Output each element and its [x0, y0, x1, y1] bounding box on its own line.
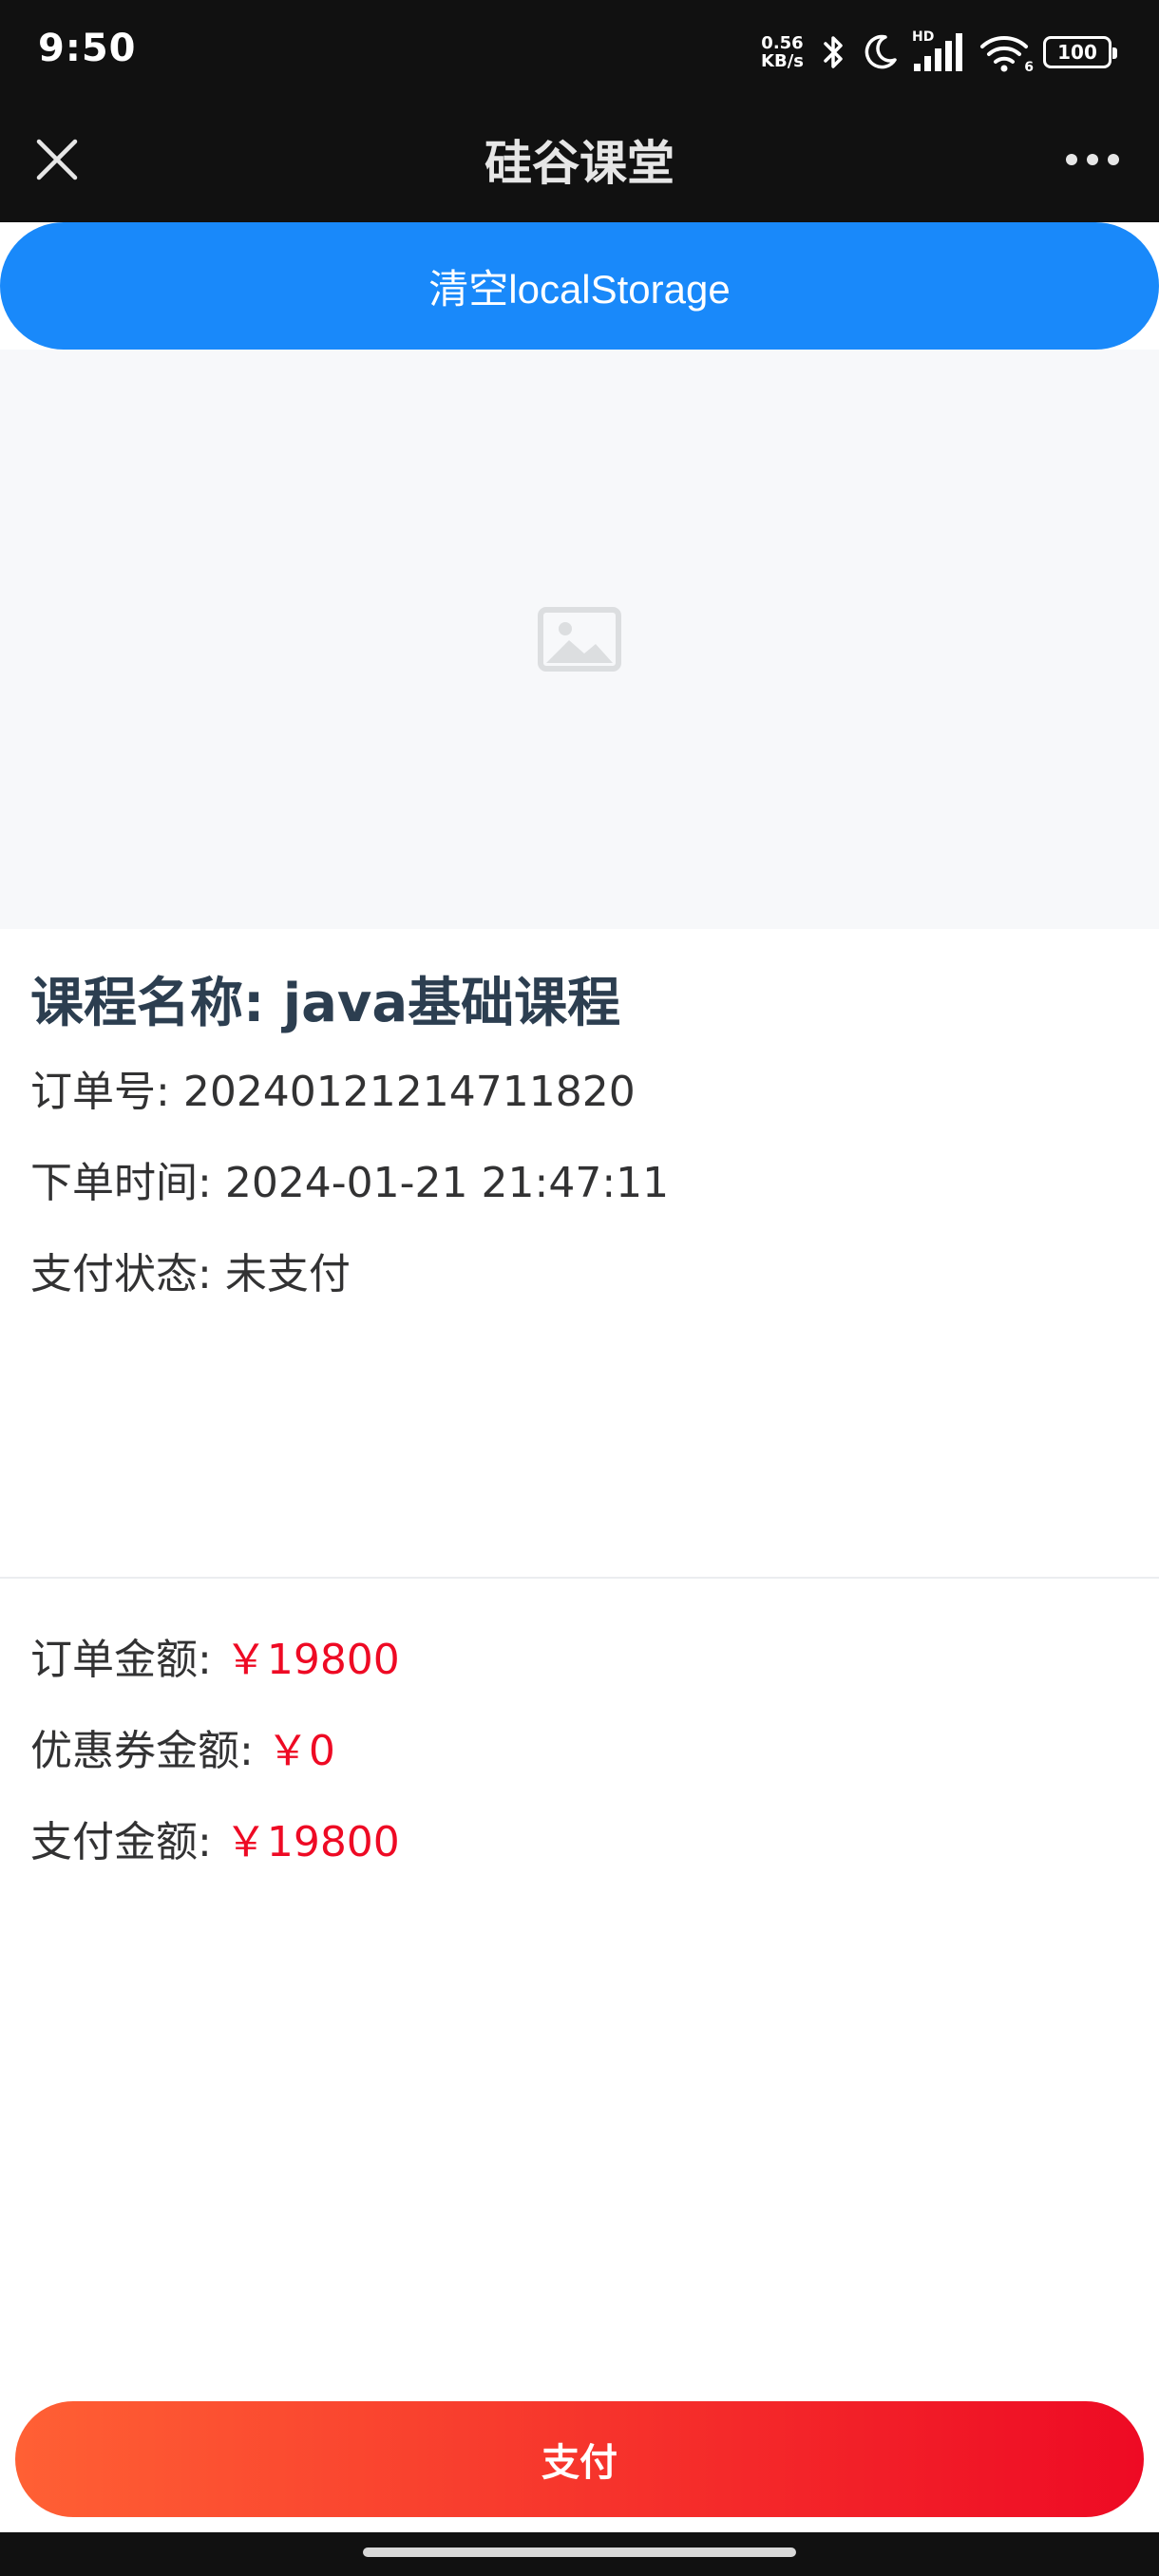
order-time-value: 2024-01-21 21:47:11 [224, 1159, 670, 1207]
status-bar: 9:50 0.56 KB/s HD 6 100 [0, 0, 1159, 104]
nav-bar: 硅谷课堂 [0, 104, 1159, 222]
order-number-row: 订单号: 20240121214711820 [30, 1047, 1132, 1138]
cell-signal: HD [912, 29, 965, 73]
amount-info: 订单金额: ￥19800 优惠券金额: ￥0 支付金额: ￥19800 [30, 1615, 1132, 1888]
page-content: 清空localStorage 课程名称: java基础课程 订单号: 20240… [0, 222, 1159, 2532]
course-cover-image [0, 350, 1159, 929]
order-amount-label: 订单金额: [30, 1636, 212, 1684]
signal-icon [914, 33, 962, 71]
moon-icon [864, 34, 897, 69]
status-icons: 0.56 KB/s HD 6 100 [761, 28, 1117, 76]
payment-status-label: 支付状态: [30, 1250, 212, 1298]
pay-amount-value: ￥19800 [224, 1818, 400, 1866]
network-speed-value: 0.56 [761, 33, 804, 53]
pay-amount-label: 支付金额: [30, 1818, 212, 1866]
page-title: 硅谷课堂 [484, 136, 674, 191]
course-title: 课程名称: java基础课程 [30, 973, 621, 1034]
wifi-label: 6 [1024, 60, 1034, 75]
more-icon [1066, 154, 1119, 165]
home-indicator[interactable] [363, 2548, 796, 2557]
wifi-indicator: 6 [978, 31, 1034, 75]
battery-level: 100 [1057, 41, 1097, 64]
wifi-icon [980, 36, 1028, 72]
network-speed-unit: KB/s [761, 51, 804, 71]
more-button[interactable] [1054, 131, 1130, 188]
image-placeholder-icon [538, 607, 621, 672]
clear-localstorage-button[interactable]: 清空localStorage [0, 222, 1159, 350]
battery-icon: 100 [1043, 36, 1117, 68]
order-amount-value: ￥19800 [224, 1636, 400, 1684]
status-time: 9:50 [38, 27, 137, 70]
coupon-amount-row: 优惠券金额: ￥0 [30, 1706, 1132, 1797]
order-amount-row: 订单金额: ￥19800 [30, 1615, 1132, 1706]
divider [0, 1577, 1159, 1579]
pay-button[interactable]: 支付 [15, 2401, 1144, 2517]
order-number-value: 20240121214711820 [182, 1068, 636, 1116]
coupon-amount-value: ￥0 [266, 1727, 335, 1775]
gesture-bar [0, 2532, 1159, 2576]
order-time-label: 下单时间: [30, 1159, 212, 1207]
coupon-amount-label: 优惠券金额: [30, 1727, 254, 1775]
bluetooth-icon [824, 36, 843, 68]
pay-amount-row: 支付金额: ￥19800 [30, 1797, 1132, 1888]
payment-status-value: 未支付 [224, 1250, 351, 1298]
order-number-label: 订单号: [30, 1068, 170, 1116]
network-speed: 0.56 KB/s [761, 34, 804, 70]
order-info: 课程名称: java基础课程 订单号: 20240121214711820 下单… [30, 961, 1132, 1320]
order-time-row: 下单时间: 2024-01-21 21:47:11 [30, 1138, 1132, 1229]
payment-status-row: 支付状态: 未支付 [30, 1229, 1132, 1320]
